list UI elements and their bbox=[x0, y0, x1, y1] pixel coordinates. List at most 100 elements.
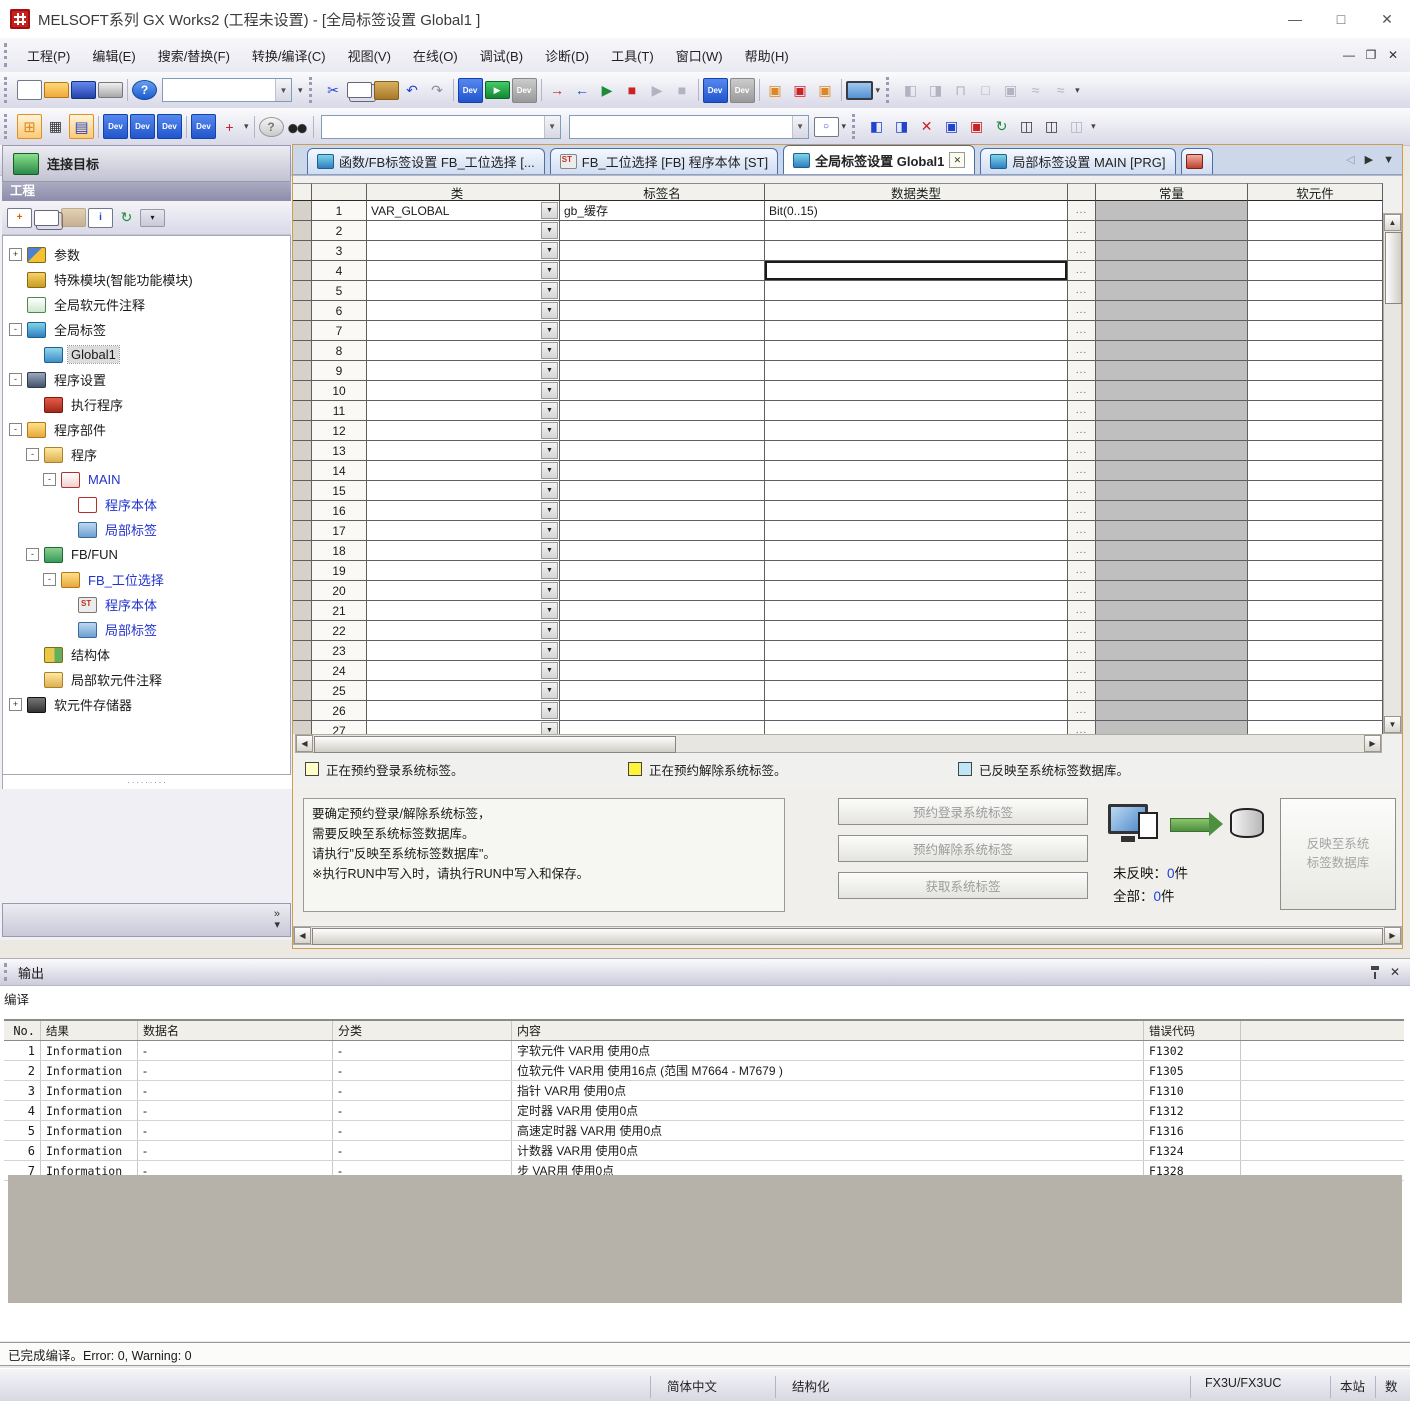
row-number[interactable]: 13 bbox=[312, 441, 367, 461]
label-name-cell[interactable] bbox=[560, 321, 765, 341]
class-dropdown-icon[interactable]: ▼ bbox=[541, 262, 558, 279]
label-name-cell[interactable] bbox=[560, 561, 765, 581]
row-number[interactable]: 23 bbox=[312, 641, 367, 661]
device-note-icon[interactable]: Dev bbox=[157, 114, 182, 139]
class-cell[interactable]: ▼ bbox=[367, 301, 560, 321]
grid-vertical-scrollbar[interactable]: ▲ ▼ bbox=[1383, 213, 1402, 734]
label-name-cell[interactable] bbox=[560, 221, 765, 241]
class-dropdown-icon[interactable]: ▼ bbox=[541, 642, 558, 659]
data-type-cell[interactable] bbox=[765, 641, 1068, 661]
device-cell[interactable] bbox=[1248, 341, 1383, 361]
device-cell[interactable] bbox=[1248, 401, 1383, 421]
tab-fb-label-setting[interactable]: 函数/FB标签设置 FB_工位选择 [... bbox=[307, 148, 545, 174]
label-name-cell[interactable] bbox=[560, 281, 765, 301]
paste-icon[interactable] bbox=[374, 81, 399, 100]
row-number[interactable]: 4 bbox=[312, 261, 367, 281]
reflect-to-database-button[interactable]: 反映至系统 标签数据库 bbox=[1280, 798, 1396, 910]
data-type-cell[interactable] bbox=[765, 241, 1068, 261]
tile-window-icon[interactable]: ◫ bbox=[1040, 115, 1063, 138]
tree-expander-icon[interactable]: - bbox=[26, 548, 39, 561]
class-dropdown-icon[interactable]: ▼ bbox=[541, 662, 558, 679]
tree-expander-icon[interactable]: - bbox=[43, 473, 56, 486]
monitor-resume-icon[interactable]: ■ bbox=[671, 79, 694, 102]
label-name-cell[interactable] bbox=[560, 681, 765, 701]
tree-item-global-comment[interactable]: 全局软元件注释 bbox=[3, 292, 290, 317]
row-number[interactable]: 3 bbox=[312, 241, 367, 261]
device-cell[interactable] bbox=[1248, 441, 1383, 461]
read-from-plc-icon[interactable]: ← bbox=[571, 79, 594, 102]
device-comment-icon[interactable]: Dev bbox=[103, 114, 128, 139]
find-result-icon[interactable]: ○ bbox=[814, 117, 839, 137]
data-type-browse-button[interactable]: ... bbox=[1068, 441, 1096, 461]
scroll-right-icon[interactable]: ▶ bbox=[1364, 735, 1381, 752]
timing-chart-icon[interactable]: ≈ bbox=[1024, 79, 1047, 102]
row-number[interactable]: 14 bbox=[312, 461, 367, 481]
class-cell[interactable]: ▼ bbox=[367, 561, 560, 581]
sort-icon[interactable]: ▾ bbox=[140, 209, 165, 227]
class-cell[interactable]: ▼ bbox=[367, 541, 560, 561]
toolbar-overflow-button[interactable]: ▾ bbox=[1075, 85, 1080, 96]
cut-icon[interactable]: ✂ bbox=[322, 79, 345, 102]
mdi-minimize-button[interactable]: — bbox=[1338, 45, 1360, 65]
row-number[interactable]: 8 bbox=[312, 341, 367, 361]
tab-list-icon[interactable]: ▼ bbox=[1383, 154, 1394, 166]
class-dropdown-icon[interactable]: ▼ bbox=[541, 542, 558, 559]
combo-dropdown-icon[interactable]: ▼ bbox=[792, 116, 808, 138]
class-cell[interactable]: ▼ bbox=[367, 581, 560, 601]
copy-icon[interactable] bbox=[347, 82, 372, 98]
data-type-browse-button[interactable]: ... bbox=[1068, 621, 1096, 641]
class-cell[interactable]: ▼ bbox=[367, 661, 560, 681]
output-row[interactable]: 3 Information - - 指针 VAR用 使用0点 F1310 bbox=[4, 1081, 1404, 1101]
class-cell[interactable]: ▼ bbox=[367, 501, 560, 521]
device-batch-icon[interactable]: Dev bbox=[512, 78, 537, 103]
close-all-window-icon[interactable]: ◫ bbox=[1065, 115, 1088, 138]
output-row[interactable]: 5 Information - - 高速定时器 VAR用 使用0点 F1316 bbox=[4, 1121, 1404, 1141]
toolbar-overflow-button[interactable]: ▾ bbox=[298, 85, 303, 96]
statement-window-icon[interactable]: ▣ bbox=[764, 79, 787, 102]
class-dropdown-icon[interactable]: ▼ bbox=[541, 242, 558, 259]
open-project-icon[interactable] bbox=[44, 82, 69, 98]
row-number[interactable]: 20 bbox=[312, 581, 367, 601]
tree-expander-icon[interactable]: - bbox=[9, 373, 22, 386]
device-cell[interactable] bbox=[1248, 721, 1383, 734]
data-type-browse-button[interactable]: ... bbox=[1068, 721, 1096, 734]
data-type-cell[interactable] bbox=[765, 361, 1068, 381]
output-row[interactable]: 1 Information - - 字软元件 VAR用 使用0点 F1302 bbox=[4, 1041, 1404, 1061]
row-number[interactable]: 9 bbox=[312, 361, 367, 381]
scroll-down-icon[interactable]: ▼ bbox=[1384, 716, 1401, 733]
label-name-cell[interactable] bbox=[560, 481, 765, 501]
column-header-constant[interactable]: 常量 bbox=[1096, 183, 1248, 201]
tree-item-special-module[interactable]: 特殊模块(智能功能模块) bbox=[3, 267, 290, 292]
label-name-cell[interactable] bbox=[560, 361, 765, 381]
find-icon[interactable] bbox=[286, 119, 309, 135]
row-number[interactable]: 6 bbox=[312, 301, 367, 321]
class-dropdown-icon[interactable]: ▼ bbox=[541, 202, 558, 219]
device-cell[interactable] bbox=[1248, 361, 1383, 381]
device-cell[interactable] bbox=[1248, 641, 1383, 661]
menu-item[interactable]: 调试(B) bbox=[469, 40, 534, 71]
menu-item[interactable]: 帮助(H) bbox=[734, 40, 800, 71]
label-name-cell[interactable] bbox=[560, 261, 765, 281]
device-test-icon[interactable]: ▶ bbox=[485, 81, 510, 99]
data-type-browse-button[interactable]: ... bbox=[1068, 581, 1096, 601]
class-dropdown-icon[interactable]: ▼ bbox=[541, 422, 558, 439]
timing-chart2-icon[interactable]: ≈ bbox=[1049, 79, 1072, 102]
class-dropdown-icon[interactable]: ▼ bbox=[541, 442, 558, 459]
menu-item[interactable]: 转换/编译(C) bbox=[241, 40, 337, 71]
tree-expander-icon[interactable]: - bbox=[9, 323, 22, 336]
data-type-cell[interactable] bbox=[765, 681, 1068, 701]
device-cell[interactable] bbox=[1248, 481, 1383, 501]
class-cell[interactable]: ▼ bbox=[367, 681, 560, 701]
label-name-cell[interactable] bbox=[560, 441, 765, 461]
tab-partial[interactable] bbox=[1181, 148, 1213, 174]
class-cell[interactable]: ▼ bbox=[367, 321, 560, 341]
transfer-setup-icon[interactable]: ▣ bbox=[789, 79, 812, 102]
device-cell[interactable] bbox=[1248, 561, 1383, 581]
row-number[interactable]: 15 bbox=[312, 481, 367, 501]
class-cell[interactable]: ▼ bbox=[367, 421, 560, 441]
data-type-browse-button[interactable]: ... bbox=[1068, 541, 1096, 561]
label-name-cell[interactable] bbox=[560, 381, 765, 401]
new-data-icon[interactable]: + bbox=[7, 208, 32, 228]
toolbar-overflow-button[interactable]: ▾ bbox=[1091, 121, 1096, 132]
sfc-block-icon[interactable]: ◧ bbox=[899, 79, 922, 102]
